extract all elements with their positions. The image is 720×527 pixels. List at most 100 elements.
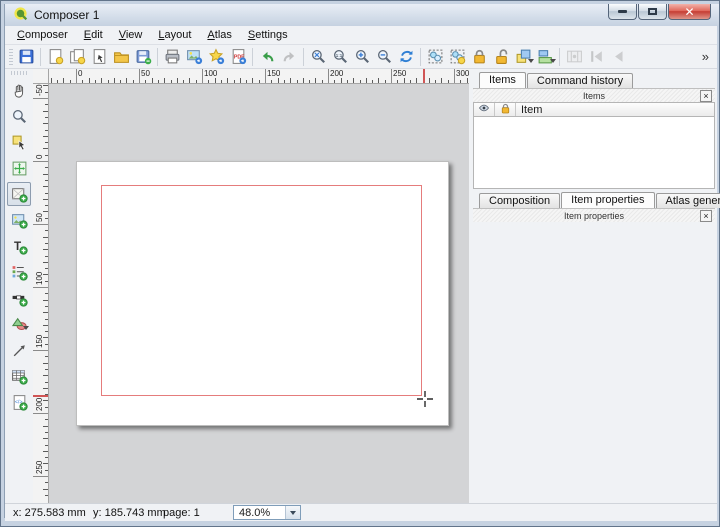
move-item-content-button[interactable] [7, 156, 31, 180]
properties-tab-composition[interactable]: Composition [479, 193, 560, 208]
add-new-label-button[interactable]: T [7, 234, 31, 258]
ruler-tick [246, 80, 247, 83]
print-button[interactable] [161, 46, 183, 68]
ruler-tick [33, 413, 48, 414]
pan-button[interactable] [7, 78, 31, 102]
align-items-button[interactable] [534, 46, 556, 68]
items-list[interactable] [473, 117, 715, 189]
export-as-pdf-button[interactable]: PDF [227, 46, 249, 68]
add-arrow-button[interactable] [7, 338, 31, 362]
ruler-tick [45, 104, 48, 105]
zoom-level-combobox[interactable]: 48.0% [233, 505, 301, 520]
ruler-label: 0 [35, 133, 44, 159]
ruler-tick [372, 80, 373, 83]
zoom-button[interactable] [7, 104, 31, 128]
ruler-tick [202, 69, 203, 83]
composition-canvas[interactable] [49, 84, 469, 503]
ruler-tick [43, 249, 48, 250]
save-project-button[interactable] [15, 46, 37, 68]
refresh-view-button[interactable] [395, 46, 417, 68]
ruler-tick [189, 78, 190, 83]
ruler-tick [234, 80, 235, 83]
add-attribute-table-button[interactable] [7, 364, 31, 388]
ruler-tick [120, 80, 121, 83]
properties-dock-close-icon[interactable]: × [700, 210, 712, 222]
items-dock-close-icon[interactable]: × [700, 90, 712, 102]
ruler-tick [158, 80, 159, 83]
ruler-label: 200 [330, 69, 343, 78]
undo-button[interactable] [256, 46, 278, 68]
title-bar[interactable]: Composer 1 ✕ [5, 4, 719, 26]
add-new-map-button[interactable] [7, 182, 31, 206]
unlock-items-button[interactable] [490, 46, 512, 68]
minimize-button[interactable] [608, 4, 637, 20]
lock-items-button[interactable] [468, 46, 490, 68]
raise-items-button[interactable] [512, 46, 534, 68]
combobox-dropdown-icon[interactable] [285, 506, 300, 519]
menu-view[interactable]: View [111, 27, 151, 43]
zoom-out-button[interactable] [373, 46, 395, 68]
zoom-full-button[interactable] [307, 46, 329, 68]
items-tab-command-history[interactable]: Command history [527, 73, 633, 88]
load-from-template-button[interactable] [110, 46, 132, 68]
menu-edit[interactable]: Edit [76, 27, 111, 43]
menu-atlas[interactable]: Atlas [199, 27, 239, 43]
atlas-previous-feature-button [607, 46, 629, 68]
export-as-image-button[interactable] [183, 46, 205, 68]
ruler-tick [196, 80, 197, 83]
ruler-tick [45, 180, 48, 181]
ruler-label: 200 [35, 385, 44, 411]
select-move-item-button[interactable] [7, 130, 31, 154]
add-image-button[interactable] [7, 208, 31, 232]
qgis-logo-icon [13, 6, 28, 24]
ruler-tick [252, 78, 253, 83]
ruler-tick [70, 80, 71, 83]
menu-settings[interactable]: Settings [240, 27, 296, 43]
toolbar-overflow-icon[interactable]: » [696, 49, 715, 64]
atlas-first-feature-button [585, 46, 607, 68]
toolbar-grip[interactable] [11, 71, 27, 75]
export-as-svg-button[interactable] [205, 46, 227, 68]
add-new-legend-button[interactable] [7, 260, 31, 284]
ruler-tick [297, 80, 298, 83]
ruler-tick [45, 356, 48, 357]
zoom-100-button[interactable]: 1:1 [329, 46, 351, 68]
ruler-tick [290, 78, 291, 83]
ruler-tick [152, 78, 153, 83]
ruler-tick [353, 78, 354, 83]
menu-composer[interactable]: Composer [9, 27, 76, 43]
close-button[interactable]: ✕ [668, 4, 711, 20]
window-title: Composer 1 [34, 8, 99, 22]
ruler-tick [45, 167, 48, 168]
add-html-frame-button[interactable]: </> [7, 390, 31, 414]
menu-layout[interactable]: Layout [150, 27, 199, 43]
ruler-tick [45, 92, 48, 93]
ruler-tick [43, 123, 48, 124]
add-basic-shape-button[interactable] [7, 312, 31, 336]
ruler-tick [145, 80, 146, 83]
toolbar-separator [420, 48, 421, 66]
ruler-tick [366, 78, 367, 83]
composition-manager-button[interactable] [88, 46, 110, 68]
ruler-tick [391, 69, 392, 83]
ruler-tick [114, 78, 115, 83]
new-composition-button[interactable] [44, 46, 66, 68]
ungroup-items-button[interactable] [446, 46, 468, 68]
properties-tab-item-properties[interactable]: Item properties [561, 192, 654, 208]
properties-tab-atlas-generation[interactable]: Atlas generation [656, 193, 720, 208]
items-tab-items[interactable]: Items [479, 72, 526, 88]
toolbar-separator [559, 48, 560, 66]
ruler-tick [45, 293, 48, 294]
ruler-tick [460, 80, 461, 83]
zoom-in-button[interactable] [351, 46, 373, 68]
toolbar-separator [252, 48, 253, 66]
toolbar-grip[interactable] [9, 49, 13, 65]
toolbar-separator [40, 48, 41, 66]
ruler-tick [410, 80, 411, 83]
maximize-button[interactable] [638, 4, 667, 20]
save-as-template-button[interactable] [132, 46, 154, 68]
add-new-scalebar-button[interactable] [7, 286, 31, 310]
ruler-tick [45, 457, 48, 458]
duplicate-composition-button[interactable] [66, 46, 88, 68]
group-items-button[interactable] [424, 46, 446, 68]
